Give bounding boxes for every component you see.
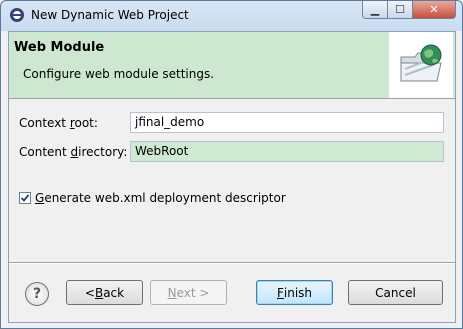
cancel-button[interactable]: Cancel	[348, 280, 443, 305]
generate-descriptor-option[interactable]: Generate web.xml deployment descriptor	[19, 191, 286, 205]
dialog-window: New Dynamic Web Project ▁ ☐ ✕ Web Module…	[0, 0, 463, 329]
maximize-button[interactable]: ☐	[388, 1, 413, 19]
banner-description: Configure web module settings.	[23, 67, 215, 81]
title-bar[interactable]: New Dynamic Web Project ▁ ☐ ✕	[1, 1, 462, 31]
web-folder-globe-icon	[389, 32, 453, 98]
content-directory-label: Content directory:	[19, 145, 128, 159]
finish-button[interactable]: Finish	[256, 280, 333, 305]
button-bar-divider	[9, 262, 455, 264]
window-controls: ▁ ☐ ✕	[362, 1, 456, 21]
close-button[interactable]: ✕	[413, 1, 456, 19]
banner-title: Web Module	[14, 40, 105, 55]
next-button[interactable]: Next >	[150, 280, 227, 305]
content-directory-input[interactable]: WebRoot	[130, 141, 444, 162]
checkmark-icon	[20, 194, 30, 202]
window-title: New Dynamic Web Project	[31, 8, 189, 22]
help-icon[interactable]: ?	[25, 282, 49, 306]
generate-descriptor-label: Generate web.xml deployment descriptor	[35, 191, 286, 205]
minimize-button[interactable]: ▁	[362, 1, 388, 19]
eclipse-app-icon	[10, 8, 24, 22]
context-root-label: Context root:	[19, 116, 98, 130]
back-button[interactable]: < Back	[66, 280, 143, 305]
context-root-input[interactable]: jfinal_demo	[130, 112, 444, 133]
generate-descriptor-checkbox[interactable]	[19, 192, 31, 204]
dialog-content: Web Module Configure web module settings…	[8, 31, 456, 323]
wizard-banner: Web Module Configure web module settings…	[9, 32, 455, 99]
